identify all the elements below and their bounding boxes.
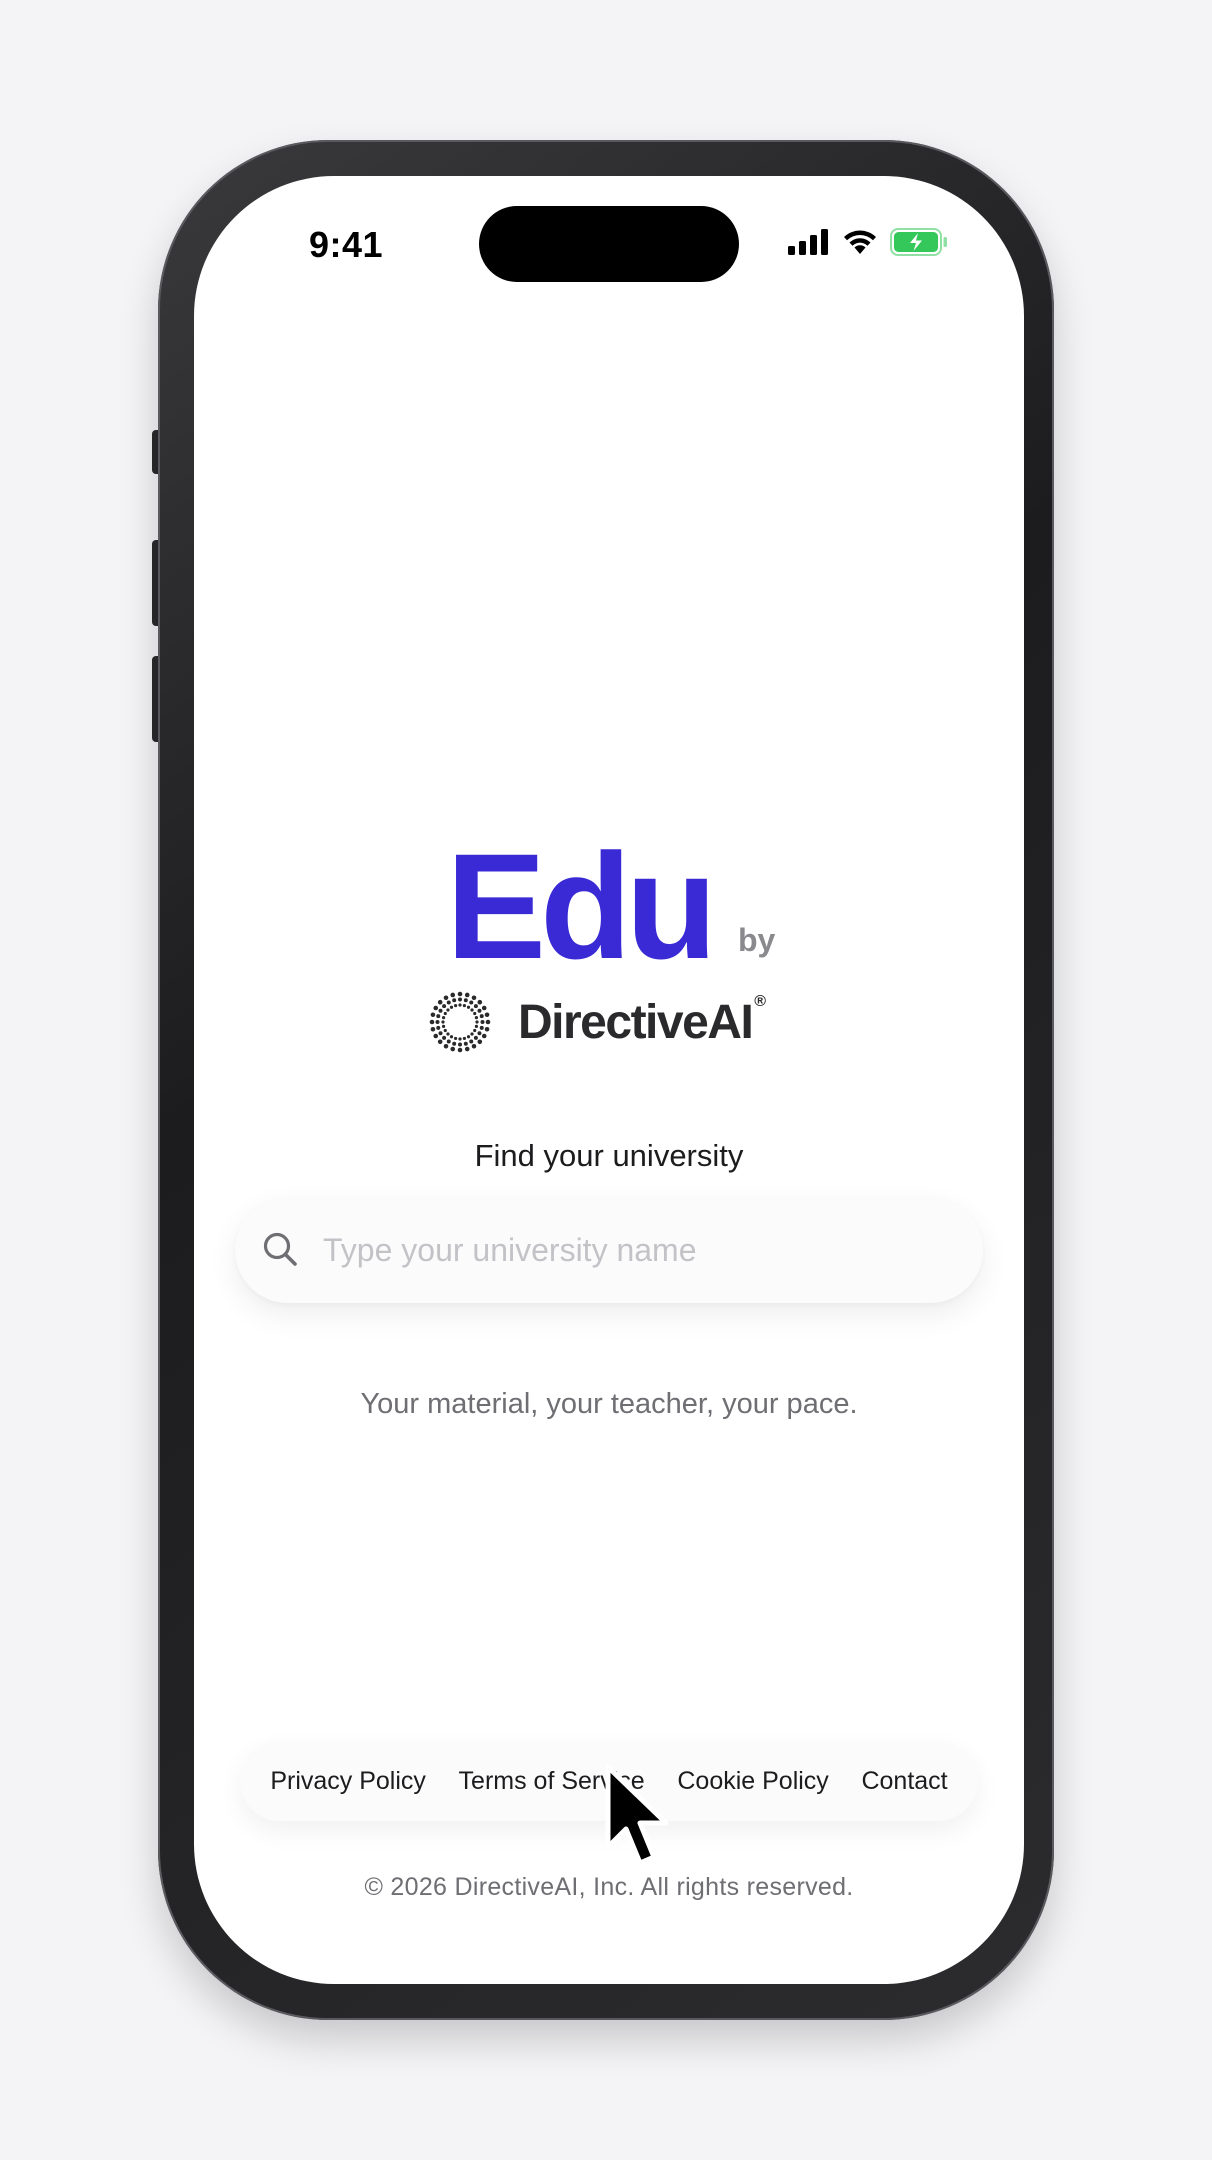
wifi-icon (844, 230, 876, 254)
registered-mark: ® (754, 993, 767, 1010)
university-search-input[interactable] (323, 1225, 943, 1275)
status-icons (788, 226, 948, 258)
battery-charging-icon (890, 228, 947, 256)
cellular-signal-icon (788, 229, 828, 255)
cookie-policy-link[interactable]: Cookie Policy (677, 1767, 828, 1796)
privacy-policy-link[interactable]: Privacy Policy (270, 1767, 426, 1796)
directiveai-logo-icon (429, 991, 491, 1053)
product-name: Edu (446, 822, 717, 990)
search-label: Find your university (474, 1138, 744, 1173)
dynamic-island (479, 206, 739, 282)
university-search-box[interactable] (235, 1197, 983, 1303)
status-time: 9:41 (309, 224, 384, 265)
search-icon (263, 1232, 297, 1266)
contact-link[interactable]: Contact (861, 1767, 947, 1796)
tagline: Your material, your teacher, your pace. (360, 1388, 858, 1420)
phone-screen: 9:41 Edu by DirectiveAI ® Find your univ… (194, 176, 1024, 1984)
by-label: by (738, 922, 776, 958)
status-bar: 9:41 (194, 176, 1024, 306)
brand-logo: Edu by DirectiveAI ® (194, 831, 1024, 1091)
company-name: DirectiveAI (518, 995, 754, 1049)
company-logo: DirectiveAI ® (426, 987, 766, 1057)
mouse-pointer-icon (605, 1764, 669, 1866)
copyright-notice: © 2026 DirectiveAI, Inc. All rights rese… (364, 1873, 854, 1901)
